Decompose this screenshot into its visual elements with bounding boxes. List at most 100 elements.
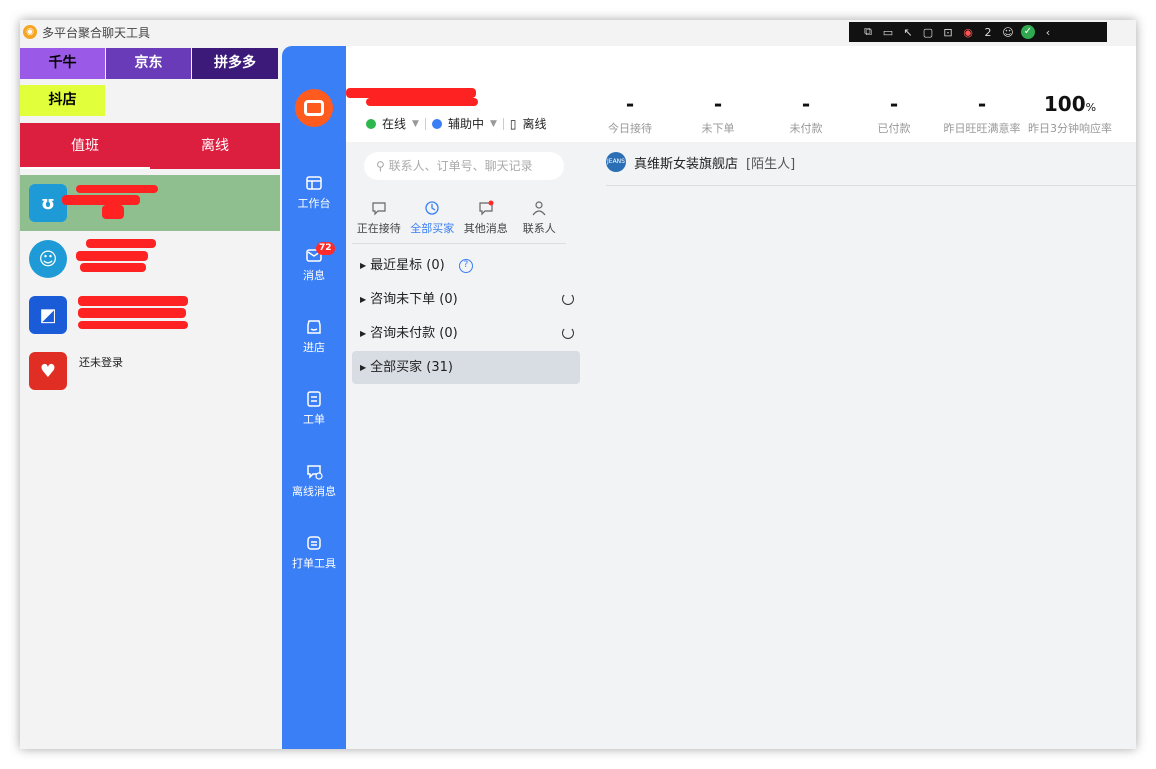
jd-dd-icon: ◩ xyxy=(29,296,67,334)
refresh-icon[interactable] xyxy=(562,327,574,339)
caret-right-icon: ▶ xyxy=(360,363,367,372)
list-item[interactable]: ◩ xyxy=(20,287,280,343)
status-offline[interactable]: 离线 xyxy=(522,115,546,132)
platform-button-qianniu[interactable]: 千牛 xyxy=(20,48,105,79)
document-icon xyxy=(307,391,321,407)
nav-label: 工单 xyxy=(303,413,325,426)
status-selector: 在线 ▼ 辅助中 ▼ ▯ 离线 xyxy=(366,115,547,132)
group-label: 最近星标 (0) xyxy=(370,258,445,273)
status-online[interactable]: 在线 xyxy=(382,115,406,132)
unread-badge: 72 xyxy=(316,242,335,255)
list-item[interactable]: ʊ xyxy=(20,175,280,231)
stat-value: - xyxy=(625,92,635,116)
nav-item-messages[interactable]: 72 消息 xyxy=(282,242,346,302)
shop-name[interactable]: 真维斯女装旗舰店 xyxy=(634,153,738,172)
group-label: 咨询未付款 (0) xyxy=(370,326,458,341)
search-placeholder: 联系人、订单号、聊天记录 xyxy=(388,159,533,173)
stat-not-paid: - 未付款 xyxy=(762,90,850,136)
stat-unit: % xyxy=(1085,101,1097,114)
tab-label: 联系人 xyxy=(522,222,556,235)
caret-right-icon: ▶ xyxy=(360,295,367,304)
platform-button-pdd[interactable]: 拼多多 xyxy=(192,48,278,79)
redaction-mark xyxy=(78,321,188,329)
screenshot-icon[interactable]: ⧉ xyxy=(861,25,875,39)
left-panel: 千牛 京东 拼多多 抖店 值班 离线 ʊ ☺ ◩ ♥ 还未登录 xyxy=(20,44,280,749)
stat-satisfaction: - 昨日旺旺满意率 xyxy=(938,90,1026,136)
title-bar: ◉ 多平台聚合聊天工具 ⧉ ▭ ↖ ▢ ⊡ ◉ 2 ☺ ✓ ‹ xyxy=(20,20,1136,44)
redaction-mark xyxy=(78,296,188,306)
tab-other-messages[interactable]: 其他消息 xyxy=(459,200,513,243)
stat-label: 未下单 xyxy=(701,122,735,135)
stat-value: 100% xyxy=(1026,90,1114,118)
tab-receiving[interactable]: 正在接待 xyxy=(352,200,406,243)
cast-icon[interactable]: ⊡ xyxy=(941,26,955,39)
chevron-down-icon[interactable]: ▼ xyxy=(490,119,497,129)
tab-contacts[interactable]: 联系人 xyxy=(513,200,567,243)
broadcast-icon[interactable]: ◉ xyxy=(961,26,975,39)
pointer-icon[interactable]: ↖ xyxy=(901,26,915,39)
tab-label: 全部买家 xyxy=(410,222,455,235)
conversation-header: JEANS 真维斯女装旗舰店 [陌生人] xyxy=(606,152,795,172)
status-assist[interactable]: 辅助中 xyxy=(448,115,484,132)
accessibility-icon[interactable]: ☺ xyxy=(1001,26,1015,39)
shift-tabs: 值班 离线 xyxy=(20,123,280,169)
camera-icon[interactable]: ▭ xyxy=(881,26,895,39)
chat-app: 工作台 72 消息 进店 工单 离线消息 打单工具 在线 ▼ 辅助中 ▼ ▯ 离… xyxy=(282,46,1136,749)
buyer-groups: ▶ 最近星标 (0) ? ▶ 咨询未下单 (0) ▶ 咨询未付款 (0) ▶ 全部买家 … xyxy=(352,249,580,385)
tab-label: 其他消息 xyxy=(463,222,508,235)
refresh-icon[interactable] xyxy=(562,293,574,305)
group-label: 全部买家 (31) xyxy=(370,360,453,375)
collapse-chevron-icon[interactable]: ‹ xyxy=(1041,26,1055,39)
stat-label: 昨日3分钟响应率 xyxy=(1028,122,1112,135)
tab-offline[interactable]: 离线 xyxy=(150,123,280,169)
nav-label: 离线消息 xyxy=(292,485,336,498)
nav-label: 工作台 xyxy=(297,197,331,210)
divider xyxy=(502,117,504,130)
help-icon[interactable]: ? xyxy=(458,258,473,273)
tab-all-buyers[interactable]: 全部买家 xyxy=(406,200,460,243)
group-recent-starred[interactable]: ▶ 最近星标 (0) ? xyxy=(352,249,580,282)
check-icon[interactable]: ✓ xyxy=(1021,25,1035,39)
redaction-mark xyxy=(366,98,478,106)
online-dot-icon xyxy=(366,118,376,129)
app-window: ◉ 多平台聚合聊天工具 ⧉ ▭ ↖ ▢ ⊡ ◉ 2 ☺ ✓ ‹ 千牛 京东 拼多… xyxy=(20,20,1136,749)
chevron-down-icon[interactable]: ▼ xyxy=(412,119,419,129)
platform-button-douyin[interactable]: 抖店 xyxy=(20,85,105,116)
stat-today-reception: - 今日接待 xyxy=(586,90,674,136)
system-tray: ⧉ ▭ ↖ ▢ ⊡ ◉ 2 ☺ ✓ ‹ xyxy=(849,22,1107,42)
workbench-icon xyxy=(306,176,322,190)
app-avatar-icon[interactable] xyxy=(295,89,333,127)
nav-item-offline-messages[interactable]: 离线消息 xyxy=(282,462,346,518)
list-item[interactable]: ♥ 还未登录 xyxy=(20,343,280,399)
moon-icon xyxy=(431,118,442,129)
nav-label: 进店 xyxy=(303,341,325,354)
nav-item-work-order[interactable]: 工单 xyxy=(282,390,346,446)
chat-clock-icon xyxy=(307,465,323,480)
nav-item-workbench[interactable]: 工作台 xyxy=(282,174,346,230)
list-item[interactable]: ☺ xyxy=(20,231,280,287)
user-icon xyxy=(532,201,546,216)
nav-item-enter-shop[interactable]: 进店 xyxy=(282,318,346,374)
clock-icon xyxy=(425,201,439,215)
caret-right-icon: ▶ xyxy=(360,329,367,338)
window-icon[interactable]: ▢ xyxy=(921,26,935,39)
stat-label: 已付款 xyxy=(877,122,911,135)
app-logo-icon: ◉ xyxy=(23,25,37,39)
nav-item-print-tool[interactable]: 打单工具 xyxy=(282,534,346,590)
nav-sidebar: 工作台 72 消息 进店 工单 离线消息 打单工具 xyxy=(282,46,346,749)
search-icon: ⚲ xyxy=(376,159,385,173)
search-input[interactable]: ⚲ 联系人、订单号、聊天记录 xyxy=(364,152,564,180)
stat-label: 今日接待 xyxy=(608,122,652,135)
shop-icon xyxy=(307,320,321,334)
platform-button-jd[interactable]: 京东 xyxy=(106,48,191,79)
tab-on-duty[interactable]: 值班 xyxy=(20,123,150,169)
group-not-paid[interactable]: ▶ 咨询未付款 (0) xyxy=(352,317,580,350)
redaction-mark xyxy=(80,263,146,272)
redaction-mark xyxy=(78,308,186,318)
redaction-mark xyxy=(86,239,156,248)
group-all-buyers[interactable]: ▶ 全部买家 (31) xyxy=(352,351,580,384)
group-not-ordered[interactable]: ▶ 咨询未下单 (0) xyxy=(352,283,580,316)
qianniu-icon: ʊ xyxy=(29,184,67,222)
divider xyxy=(606,185,1136,186)
window-title: 多平台聚合聊天工具 xyxy=(42,26,151,40)
